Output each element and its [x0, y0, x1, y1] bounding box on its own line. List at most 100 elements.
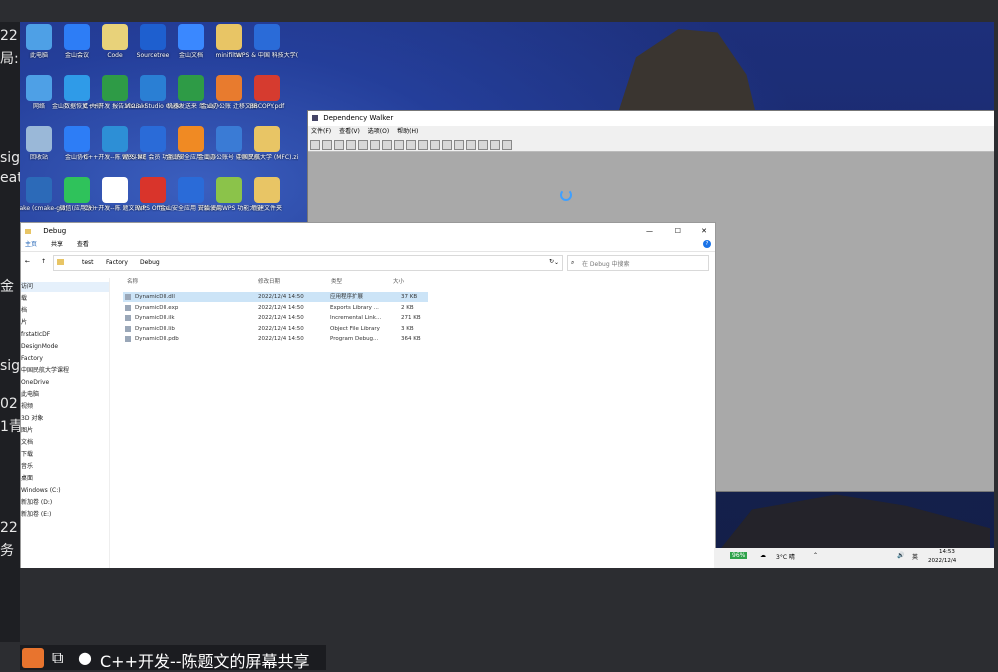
desktop-icon[interactable]: WPS & 中国 科技大学(合... — [236, 24, 298, 76]
table-row[interactable]: DynamicDll.dll 2022/12/4 14:50 应用程序扩展 37 KB — [123, 292, 428, 302]
meeting-top-strip — [0, 0, 998, 22]
column-date[interactable]: 修改日期 — [258, 277, 280, 285]
table-row[interactable]: DynamicDll.ilk 2022/12/4 14:50 Incremental… — [123, 313, 428, 323]
close-icon[interactable]: ✕ — [701, 223, 707, 239]
explorer-ribbon: 主页 共享 查看 ? — [21, 239, 715, 252]
file-icon — [125, 315, 131, 321]
menu-item-help[interactable]: 帮助(H) — [397, 128, 418, 135]
expand-icon[interactable] — [394, 140, 404, 150]
help-icon[interactable] — [502, 140, 512, 150]
nav-item[interactable]: frstatIcDF — [21, 330, 109, 340]
menu-item-options[interactable]: 选项(O) — [368, 128, 389, 135]
nav-item[interactable]: 载 — [21, 294, 109, 304]
table-row[interactable]: DynamicDll.pdb 2022/12/4 14:50 Program Deb… — [123, 334, 428, 344]
tray-chevron-icon[interactable]: ⌃ — [813, 552, 818, 559]
side-fragment: 务 — [0, 543, 14, 559]
search-input[interactable]: ⌕ 在 Debug 中搜索 — [567, 255, 709, 271]
address-bar[interactable]: test Factory Debug ⌄ — [53, 255, 563, 271]
desktop-app-icon — [254, 24, 280, 50]
nav-item[interactable]: 此电脑 — [21, 390, 109, 400]
nav-item[interactable]: 图片 — [21, 426, 109, 436]
tile-icon[interactable] — [466, 140, 476, 150]
open-icon[interactable] — [310, 140, 320, 150]
nav-item[interactable]: 视频 — [21, 402, 109, 412]
menu-item-view[interactable]: 查看(V) — [339, 128, 360, 135]
dw-titlebar[interactable]: Dependency Walker — [308, 111, 994, 126]
ribbon-tab-share[interactable]: 共享 — [51, 241, 63, 248]
minimize-icon[interactable]: — — [646, 223, 653, 239]
ribbon-tab-home[interactable]: 主页 — [25, 241, 37, 248]
nav-item[interactable]: 中国民航大学课程 — [21, 366, 109, 376]
column-size[interactable]: 大小 — [393, 277, 404, 285]
avatar[interactable] — [22, 648, 44, 668]
nav-item[interactable]: 新加卷 (E:) — [21, 510, 109, 520]
window-icon[interactable] — [478, 140, 488, 150]
menu-item-file[interactable]: 文件(F) — [311, 128, 331, 135]
nav-item[interactable]: Windows (C:) — [21, 486, 109, 496]
nav-item[interactable]: 下载 — [21, 450, 109, 460]
nav-item[interactable]: 桌面 — [21, 474, 109, 484]
breadcrumb-factory[interactable]: Factory — [106, 259, 128, 266]
table-row[interactable]: DynamicDll.lib 2022/12/4 14:50 Object File… — [123, 324, 428, 334]
file-date: 2022/12/4 14:50 — [258, 315, 304, 321]
weather-text[interactable]: 3°C 晴 — [776, 552, 795, 561]
nav-item[interactable]: DesignMode — [21, 342, 109, 352]
meeting-side-panel: 22 局: sig eat 金 sig 02 1青 22 务 — [0, 22, 20, 642]
copy-icon[interactable] — [334, 140, 344, 150]
paths-icon[interactable] — [358, 140, 368, 150]
nav-item[interactable]: 文档 — [21, 438, 109, 448]
ime-indicator[interactable]: 英 — [912, 552, 918, 561]
explorer-title: Debug — [43, 227, 67, 235]
side-fragment: sig — [0, 150, 20, 166]
nav-item[interactable]: 新加卷 (D:) — [21, 498, 109, 508]
maximize-icon[interactable]: ☐ — [675, 223, 681, 239]
volume-icon[interactable]: 🔊 — [897, 552, 904, 559]
explorer-address-row: ← ↑ test Factory Debug ⌄ ↻ ⌕ 在 Debug 中搜索 — [21, 252, 715, 274]
nav-item[interactable]: 档 — [21, 306, 109, 316]
file-date: 2022/12/4 14:50 — [258, 304, 304, 311]
nav-item[interactable]: 音乐 — [21, 462, 109, 472]
file-type: Exports Library ... — [330, 304, 379, 311]
screen-share-icon[interactable]: ⧉ — [52, 648, 63, 668]
up-icon[interactable]: ↑ — [41, 258, 46, 265]
column-type[interactable]: 类型 — [331, 277, 342, 285]
explorer-titlebar[interactable]: Debug — ☐ ✕ — [21, 223, 715, 239]
properties-icon[interactable] — [430, 140, 440, 150]
ribbon-tab-view[interactable]: 查看 — [77, 241, 89, 248]
column-name[interactable]: 名称 — [127, 277, 138, 285]
share-title: C++开发--陈题文的屏幕共享 — [100, 652, 310, 671]
arrange-icon[interactable] — [490, 140, 500, 150]
clock-date[interactable]: 2022/12/4 — [928, 558, 956, 564]
microphone-icon[interactable]: ● — [78, 648, 92, 667]
file-date: 2022/12/4 14:50 — [258, 294, 304, 300]
side-fragment: 金 — [0, 279, 14, 295]
battery-badge[interactable]: 96% — [730, 552, 748, 559]
cascade-icon[interactable] — [454, 140, 464, 150]
side-fragment: 1青 — [0, 419, 20, 435]
module-icon[interactable] — [406, 140, 416, 150]
table-row[interactable]: DynamicDll.exp 2022/12/4 14:50 Exports Lib… — [123, 303, 428, 313]
back-icon[interactable]: ← — [25, 258, 30, 265]
desktop-icon[interactable]: 中国民航大学 (MFC).zip — [236, 126, 298, 178]
breadcrumb-test[interactable]: test — [82, 259, 94, 266]
nav-item[interactable]: OneDrive — [21, 378, 109, 388]
clock-time[interactable]: 14:53 — [939, 549, 955, 555]
nav-item[interactable]: Factory — [21, 354, 109, 364]
list-icon[interactable] — [418, 140, 428, 150]
system-info-icon[interactable] — [442, 140, 452, 150]
breadcrumb-debug[interactable]: Debug — [140, 259, 160, 266]
chevron-down-icon[interactable]: ⌄ — [554, 259, 559, 266]
find-icon[interactable] — [346, 140, 356, 150]
file-size: 3 KB — [401, 325, 414, 332]
refresh-icon[interactable]: ↻ — [549, 258, 554, 265]
save-icon[interactable] — [322, 140, 332, 150]
taskbar: 96% ☁ 3°C 晴 ⌃ 🔊 英 14:53 2022/12/4 — [714, 548, 994, 568]
file-explorer-window[interactable]: Debug — ☐ ✕ 主页 共享 查看 ? ← ↑ test Factory … — [20, 222, 716, 568]
desktop-icon[interactable]: BBCOPY.pdf — [236, 75, 298, 127]
undecorate-icon[interactable] — [370, 140, 380, 150]
nav-item[interactable]: 3D 对象 — [21, 414, 109, 424]
help-icon[interactable]: ? — [703, 240, 711, 248]
nav-item[interactable]: 访问 — [21, 282, 109, 292]
nav-item[interactable]: 片 — [21, 318, 109, 328]
collapse-icon[interactable] — [382, 140, 392, 150]
